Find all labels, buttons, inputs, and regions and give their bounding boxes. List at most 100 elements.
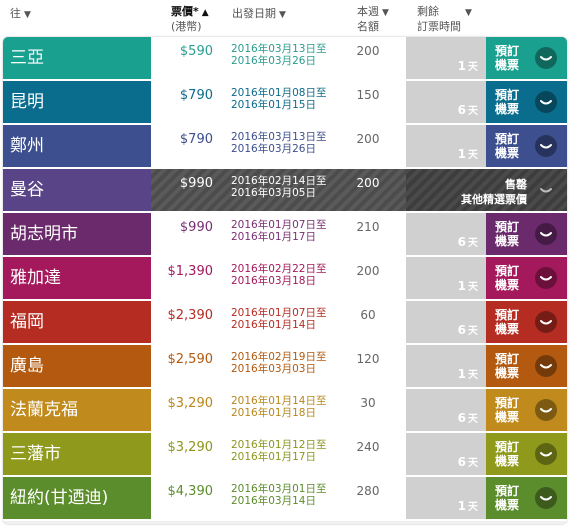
smile-icon [535,311,557,333]
days-number: 6 [457,455,466,469]
smile-icon [535,135,557,157]
book-button-label: 預訂機票 [495,308,520,336]
book-button[interactable]: 預訂機票 [486,345,567,387]
days-number: 6 [457,411,466,425]
destination-cell[interactable]: 法蘭克福 [3,389,151,431]
table-row: 雅加達 $1,390 2016年02月22日至 2016年03月18日 200 1 天預訂機… [3,257,567,301]
destination-cell[interactable]: 昆明 [3,81,151,123]
price: $990 [179,176,213,191]
fare-info: $990 2016年01月07日至 2016年01月17日 210 [151,213,406,255]
price: $590 [179,44,213,59]
smile-icon [535,267,557,289]
date-end: 2016年01月18日 [231,407,316,419]
table-header: 往 ▼ 票價* ▲ (港幣) 出發日期 ▼ 本週 ▼ 名額 剩餘 ▼ 訂票時間 [0,0,570,36]
book-button-label: 預訂機票 [495,132,520,160]
sort-down-icon[interactable]: ▼ [465,8,472,18]
price: $2,590 [167,352,214,367]
col-header-price[interactable]: 票價* ▲ (港幣) [171,5,209,33]
book-button[interactable]: 預訂機票 [486,257,567,299]
soldout-box[interactable]: 售罄 其他精選票價 [406,169,567,211]
seats-count: 200 [356,44,380,58]
date-end: 2016年01月14日 [231,319,316,331]
price: $4,390 [167,484,214,499]
table-row: 三亞 $590 2016年03月13日至 2016年03月26日 200 1 天預訂機票 [3,37,567,81]
fare-info: $790 2016年03月13日至 2016年03月26日 200 [151,125,406,167]
date-start: 2016年01月08日至 [231,87,327,99]
days-unit: 天 [468,458,478,469]
seats-count: 120 [356,352,380,366]
book-button[interactable]: 預訂機票 [486,81,567,123]
col-header-destination[interactable]: 往 ▼ [10,7,31,22]
seats-count: 240 [356,440,380,454]
travel-dates: 2016年02月19日至 2016年03月03日 [231,351,326,375]
remaining-days: 6天 [406,389,486,431]
col-header-seats[interactable]: 本週 ▼ 名額 [357,5,389,33]
date-start: 2016年02月22日至 [231,263,327,275]
destination-cell[interactable]: 三亞 [3,37,151,79]
book-button-label: 預訂機票 [495,264,520,292]
book-button-label: 預訂機票 [495,220,520,248]
col-header-dates[interactable]: 出發日期 ▼ [232,7,286,22]
travel-dates: 2016年01月14日至 2016年01月18日 [231,395,326,419]
book-button[interactable]: 預訂機票 [486,389,567,431]
remaining-days: 6天 [406,213,486,255]
remaining-days: 1天 [406,37,486,79]
smile-icon [535,443,557,465]
destination-cell[interactable]: 鄭州 [3,125,151,167]
remaining-days: 1天 [406,257,486,299]
book-button[interactable]: 預訂機票 [486,213,567,255]
days-number: 1 [457,279,466,293]
date-end: 2016年03月14日 [231,495,316,507]
book-button[interactable]: 預訂機票 [486,37,567,79]
days-number: 1 [457,147,466,161]
sort-down-icon[interactable]: ▼ [24,10,31,20]
remaining-days: 6天 [406,301,486,343]
sort-down-icon[interactable]: ▼ [279,10,286,20]
date-start: 2016年01月07日至 [231,219,327,231]
sort-down-icon[interactable]: ▼ [382,8,389,18]
book-button[interactable]: 預訂機票 [486,433,567,475]
destination-cell[interactable]: 雅加達 [3,257,151,299]
days-unit: 天 [468,326,478,337]
destination-cell[interactable]: 曼谷 [3,169,151,211]
date-start: 2016年01月12日至 [231,439,327,451]
travel-dates: 2016年03月13日至 2016年03月26日 [231,43,326,67]
remaining-days: 1天 [406,345,486,387]
book-button[interactable]: 預訂機票 [486,125,567,167]
travel-dates: 2016年01月12日至 2016年01月17日 [231,439,326,463]
col-header-remaining[interactable]: 剩餘 ▼ 訂票時間 [417,5,472,33]
travel-dates: 2016年03月01日至 2016年03月14日 [231,483,326,507]
days-unit: 天 [468,150,478,161]
destination-cell[interactable]: 胡志明市 [3,213,151,255]
table-row: 福岡 $2,390 2016年01月07日至 2016年01月14日 60 6 天預訂機票 [3,301,567,345]
date-start: 2016年01月07日至 [231,307,327,319]
date-start: 2016年03月13日至 [231,131,327,143]
fare-info: $790 2016年01月08日至 2016年01月15日 150 [151,81,406,123]
date-end: 2016年01月17日 [231,231,316,243]
destination-cell[interactable]: 廣島 [3,345,151,387]
days-unit: 天 [468,62,478,73]
col-header-destination-label: 往 [10,7,21,20]
book-button[interactable]: 預訂機票 [486,301,567,343]
date-end: 2016年03月26日 [231,143,316,155]
date-end: 2016年03月03日 [231,363,316,375]
fare-info: $3,290 2016年01月14日至 2016年01月18日 30 [151,389,406,431]
price: $790 [179,132,213,147]
book-button-label: 預訂機票 [495,440,520,468]
price: $2,390 [167,308,214,323]
travel-dates: 2016年02月22日至 2016年03月18日 [231,263,326,287]
remaining-days: 6天 [406,81,486,123]
other-fares-link[interactable]: 其他精選票價 [461,191,527,207]
fare-info: $4,390 2016年03月01日至 2016年03月14日 280 [151,477,406,519]
destination-cell[interactable]: 紐約(甘迺迪) [3,477,151,519]
fare-info: $990 2016年02月14日至 2016年03月05日 200 [151,169,406,211]
travel-dates: 2016年01月07日至 2016年01月14日 [231,307,326,331]
book-button[interactable]: 預訂機票 [486,477,567,519]
days-number: 6 [457,235,466,249]
destination-cell[interactable]: 三藩市 [3,433,151,475]
destination-cell[interactable]: 福岡 [3,301,151,343]
book-button-label: 預訂機票 [495,352,520,380]
days-number: 1 [457,499,466,513]
sort-up-icon[interactable]: ▲ [202,8,209,18]
seats-count: 280 [356,484,380,498]
